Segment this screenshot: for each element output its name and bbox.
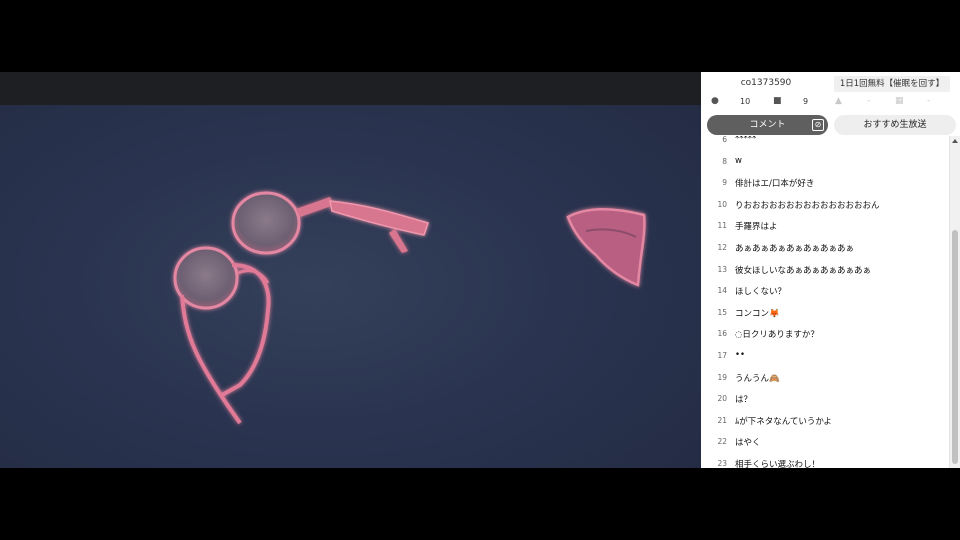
comment-text: 手羅界はよ: [735, 222, 778, 233]
video-scene: [173, 191, 646, 425]
gift-icon: ▦: [895, 96, 904, 106]
comment-text: 相手くらい選ぶわし！: [735, 459, 821, 468]
comment-number: 23: [717, 458, 727, 468]
comment-number: 11: [717, 221, 727, 231]
comment-row[interactable]: 15 コンコン🦊: [701, 303, 949, 325]
comment-text: りおおおおおおおおおおおおおおおん: [735, 200, 880, 211]
video-player[interactable]: [0, 72, 701, 468]
floating-bra: [173, 191, 429, 425]
comment-row[interactable]: 22 はやく: [701, 432, 949, 454]
comment-count: 9: [803, 97, 809, 106]
comment-rows: 6 ***** 8 w 9 俳計はエ/口本が好き 10 りおおおおおおおおおおおおおおおん 11…: [701, 136, 949, 468]
comment-number: 20: [717, 394, 727, 404]
person-icon: ●: [711, 96, 719, 106]
comment-row[interactable]: 23 相手くらい選ぶわし！: [701, 454, 949, 468]
comment-number: 8: [722, 156, 727, 166]
comment-number: 10: [717, 199, 727, 209]
comment-text: ◌日クリありますか？: [735, 330, 819, 341]
comment-row[interactable]: 13 彼女ほしいなあぁあぁあぁあぁあぁ: [701, 260, 949, 282]
tab-recommend[interactable]: おすすめ生放送: [834, 115, 956, 135]
comment-text: ほしくない？: [735, 287, 787, 298]
comment-row[interactable]: 14 ほしくない？: [701, 281, 949, 303]
video-frame: [0, 105, 701, 468]
comment-row[interactable]: 19 うんうん🙈: [701, 368, 949, 390]
comment-scrollbar[interactable]: [949, 136, 960, 468]
comment-number: 9: [722, 178, 727, 188]
comment-text: w: [735, 155, 742, 166]
ad-icon: ▲: [835, 96, 842, 106]
comment-number: 12: [717, 242, 727, 252]
comment-number: 15: [717, 307, 727, 317]
comment-number: 21: [717, 415, 727, 425]
comment-row[interactable]: 8w: [701, 152, 949, 174]
panel-header: co1373590 1日1回無料【催眠を回す】: [701, 76, 960, 92]
scroll-thumb[interactable]: [952, 230, 958, 464]
floating-panties: [566, 208, 646, 287]
comment-text: ••: [735, 349, 746, 360]
screen: co1373590 1日1回無料【催眠を回す】 ● 10 ■ 9 ▲ - ▦ -…: [0, 0, 960, 540]
comment-row[interactable]: 17 ••: [701, 346, 949, 368]
comment-text: ﾑが下ネタなんていうかよ: [735, 416, 832, 427]
comment-row[interactable]: 21 ﾑが下ネタなんていうかよ: [701, 411, 949, 433]
notice-banner[interactable]: 1日1回無料【催眠を回す】: [834, 76, 950, 92]
comment-row[interactable]: 20 は？: [701, 389, 949, 411]
community-id[interactable]: co1373590: [701, 78, 831, 88]
comment-text: は？: [735, 395, 753, 406]
comment-text: うんうん🙈: [735, 373, 780, 384]
no-entry-icon[interactable]: ⊘: [812, 119, 824, 131]
comment-number: 14: [717, 286, 727, 296]
comment-number: 19: [717, 372, 727, 382]
comment-text: あぁあぁあぁあぁあぁあぁあぁ: [735, 243, 855, 254]
comment-row[interactable]: 12 あぁあぁあぁあぁあぁあぁあぁ: [701, 238, 949, 260]
speech-bubble-icon: ■: [773, 96, 782, 106]
comment-row[interactable]: 16 ◌日クリありますか？: [701, 324, 949, 346]
comment-row[interactable]: 11 手羅界はよ: [701, 216, 949, 238]
comment-text: 彼女ほしいなあぁあぁあぁあぁあぁ: [735, 265, 872, 276]
comment-list[interactable]: 6 ***** 8 w 9 俳計はエ/口本が好き 10 りおおおおおおおおおおおおおおおん 11…: [701, 136, 949, 468]
scroll-up-arrow-icon[interactable]: [952, 139, 958, 143]
comment-row[interactable]: 6 *****: [701, 136, 949, 152]
comment-row[interactable]: 9 俳計はエ/口本が好き: [701, 173, 949, 195]
tab-comment-label: コメント: [749, 120, 786, 130]
comment-number: 13: [717, 264, 727, 274]
comment-number: 6: [722, 136, 727, 144]
dash-icon: -: [867, 96, 871, 106]
comment-number: 16: [717, 329, 727, 339]
viewer-count: 10: [740, 97, 751, 106]
comment-number: 17: [717, 350, 727, 360]
comment-text: 俳計はエ/口本が好き: [735, 179, 815, 190]
dash-icon: -: [927, 96, 931, 106]
comment-text: はやく: [735, 438, 761, 449]
panel-tabs: コメント ⊘ おすすめ生放送: [707, 115, 956, 135]
comment-row[interactable]: 10 りおおおおおおおおおおおおおおおん: [701, 195, 949, 217]
comment-number: 22: [717, 437, 727, 447]
tab-comment[interactable]: コメント ⊘: [707, 115, 828, 135]
comment-text: *****: [735, 136, 757, 144]
stats-bar: ● 10 ■ 9 ▲ - ▦ -: [701, 94, 960, 110]
comment-text: コンコン🦊: [735, 308, 780, 319]
side-panel: co1373590 1日1回無料【催眠を回す】 ● 10 ■ 9 ▲ - ▦ -…: [701, 72, 960, 468]
